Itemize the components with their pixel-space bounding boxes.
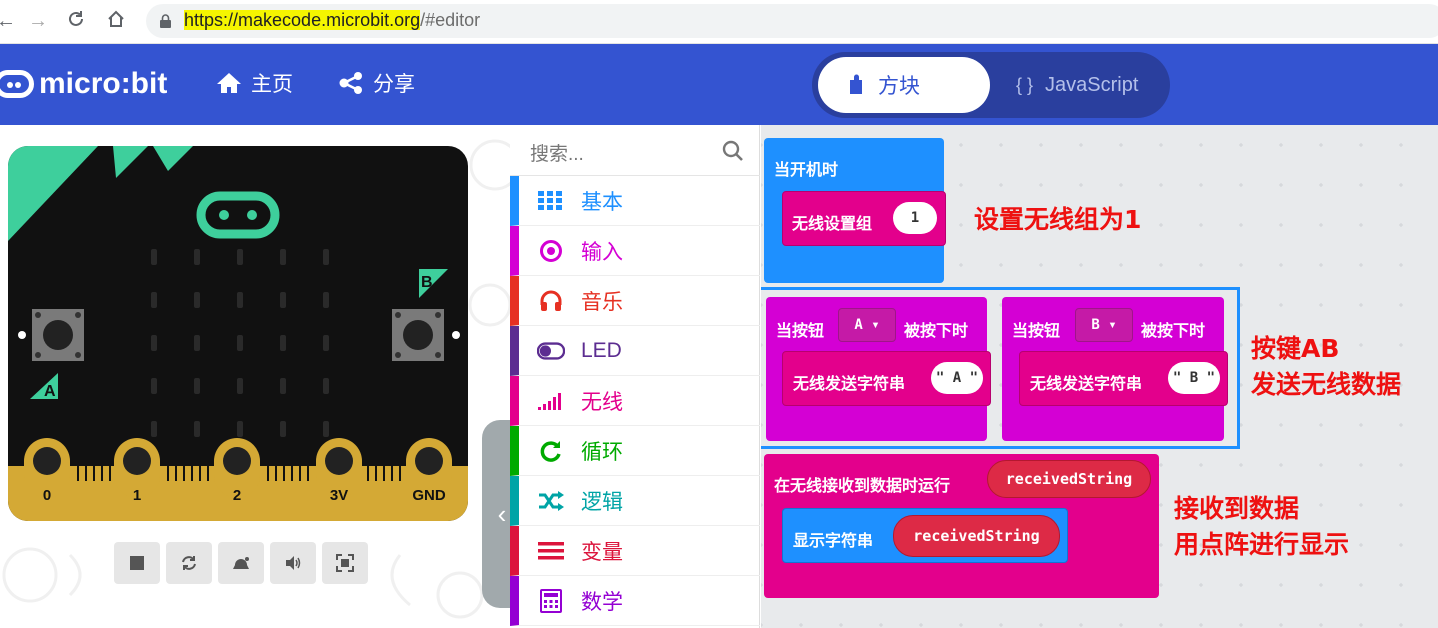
pin-3v-label: 3V	[330, 487, 348, 504]
chevron-left-icon: ‹	[497, 498, 507, 529]
url-text: https://makecode.microbit.org/#editor	[184, 10, 481, 30]
toolbox: 搜索... 基本 输入 音乐 LED 无线 循环 逻辑 变量 数学	[510, 125, 760, 628]
pin-0-label: 0	[43, 487, 51, 504]
microbit-logo[interactable]: micro:bit	[0, 64, 167, 104]
pin-gnd-label: GND	[412, 487, 446, 504]
loop-icon	[537, 439, 565, 463]
calculator-icon	[537, 588, 565, 613]
category-math[interactable]: 数学	[510, 576, 760, 626]
editor-mode-toggle: 方块 { } JavaScript	[812, 52, 1170, 118]
button-a-label: A	[44, 383, 56, 400]
category-led[interactable]: LED	[510, 326, 760, 376]
puzzle-icon	[850, 74, 862, 94]
toolbox-search[interactable]: 搜索...	[510, 125, 760, 176]
category-logic[interactable]: 逻辑	[510, 476, 760, 526]
restart-button[interactable]	[166, 542, 212, 584]
search-input[interactable]: 搜索...	[530, 139, 584, 166]
restart-icon	[182, 556, 196, 570]
annotation-receive: 接收到数据 用点阵进行显示	[1174, 494, 1350, 559]
microbit-logo-icon	[0, 70, 34, 98]
mute-button[interactable]	[270, 542, 316, 584]
blocks-workspace[interactable]: 当开机时 无线设置组 1 设置无线组为1 当按钮 A ▾ 被按下时 无线发送字符…	[761, 125, 1438, 628]
microbit-board: A B 0 1 2 3V GND	[8, 146, 468, 521]
button-b[interactable]	[392, 309, 444, 361]
category-music[interactable]: 音乐	[510, 276, 760, 326]
tab-javascript[interactable]: { } JavaScript	[1016, 57, 1138, 113]
back-icon[interactable]: ←	[0, 9, 16, 33]
collapse-simulator-button[interactable]: ‹	[482, 420, 510, 608]
fullscreen-button[interactable]	[322, 542, 368, 584]
category-radio[interactable]: 无线	[510, 376, 760, 426]
received-string-variable[interactable]: receivedString	[987, 460, 1151, 498]
set-group-block[interactable]: 无线设置组 1	[782, 191, 946, 246]
reload-icon[interactable]	[66, 9, 86, 35]
signal-icon	[537, 389, 565, 413]
headphones-icon	[537, 289, 565, 313]
button-a[interactable]	[32, 309, 84, 361]
category-input[interactable]: 输入	[510, 226, 760, 276]
shuffle-icon	[537, 489, 565, 513]
pin-2-label: 2	[233, 487, 241, 504]
annotation-buttons: 按键AB 发送无线数据	[1251, 334, 1402, 399]
category-basic[interactable]: 基本	[510, 176, 760, 226]
stop-button[interactable]	[114, 542, 160, 584]
share-button[interactable]: 分享	[337, 68, 415, 98]
address-bar[interactable]: https://makecode.microbit.org/#editor	[146, 4, 1438, 38]
category-loops[interactable]: 循环	[510, 426, 760, 476]
target-icon	[537, 239, 565, 263]
home-icon	[217, 73, 241, 93]
simulator-panel: A B 0 1 2 3V GND ‹	[0, 125, 510, 628]
simulator-controls	[114, 542, 374, 584]
speaker-icon	[286, 556, 301, 570]
show-string-variable[interactable]: receivedString	[893, 515, 1060, 557]
tab-blocks[interactable]: 方块	[818, 57, 990, 113]
group-value-input[interactable]: 1	[893, 202, 937, 234]
grid-icon	[537, 189, 565, 213]
home-button[interactable]: 主页	[215, 68, 293, 98]
search-icon[interactable]	[722, 140, 744, 162]
fullscreen-icon	[336, 554, 354, 572]
show-string-block[interactable]: 显示字符串 receivedString	[782, 508, 1068, 563]
braces-icon: { }	[1016, 74, 1034, 95]
button-b-label: B	[421, 274, 433, 291]
slowmo-button[interactable]	[218, 542, 264, 584]
category-variables[interactable]: 变量	[510, 526, 760, 576]
lines-icon	[537, 539, 565, 563]
home-icon[interactable]	[106, 9, 126, 35]
toggle-icon	[537, 339, 565, 363]
app-header: micro:bit 主页 分享 方块 { } JavaScript	[0, 44, 1438, 125]
forward-icon[interactable]: →	[28, 9, 48, 33]
highlight-box	[761, 287, 1240, 449]
browser-toolbar: ← → https://makecode.microbit.org/#edito…	[0, 0, 1438, 44]
lock-icon	[160, 14, 171, 28]
share-icon	[339, 72, 362, 94]
pin-1-label: 1	[133, 487, 141, 504]
annotation-set-group: 设置无线组为1	[974, 205, 1142, 234]
snail-icon	[233, 557, 249, 569]
stop-icon	[130, 556, 144, 570]
